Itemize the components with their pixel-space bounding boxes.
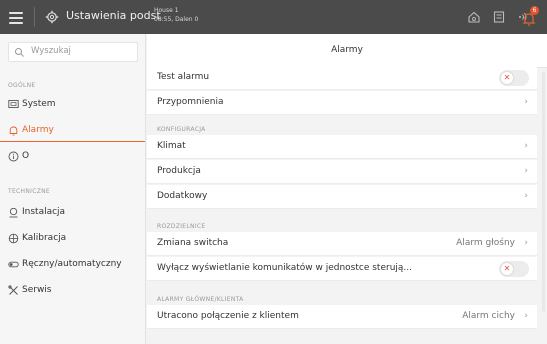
- section-switchboards: ROZDZIELNICE: [157, 223, 206, 230]
- search-icon: [15, 48, 24, 57]
- row-climate[interactable]: Klimat ›: [147, 135, 537, 159]
- row-label: Zmiana switcha: [157, 238, 229, 248]
- app-window: Ustawienia podst House 1 08:55, Dalen 0 …: [0, 0, 547, 344]
- row-additional[interactable]: Dodatkowy ›: [147, 185, 537, 209]
- test-alarm-toggle[interactable]: ✕: [499, 70, 529, 86]
- section-client-alarms: ALARMY GŁÓWNE/KLIENTA: [157, 296, 244, 303]
- row-value: Alarm głośny: [456, 238, 515, 248]
- sidebar-item-label: Ręczny/automatyczny: [22, 259, 122, 269]
- sidebar-item-label: Serwis: [22, 285, 52, 295]
- row-label: Klimat: [157, 141, 186, 151]
- top-bar: Ustawienia podst House 1 08:55, Dalen 0 …: [0, 0, 547, 34]
- house-status: 08:55, Dalen 0: [154, 16, 199, 23]
- row-value: Alarm cichy: [462, 311, 515, 321]
- sidebar-section-technical: TECHNICZNE: [8, 188, 50, 195]
- sidebar-item-label: O: [22, 151, 30, 161]
- manual-auto-icon: [8, 261, 19, 268]
- sidebar-item-label: Instalacja: [22, 207, 66, 217]
- row-lost-connection[interactable]: Utracono połączenie z klientem Alarm cic…: [147, 305, 537, 329]
- row-label: Utracono połączenie z klientem: [157, 311, 299, 321]
- chevron-right-icon: ›: [524, 97, 528, 107]
- app-title: Ustawienia podst: [66, 9, 161, 22]
- save-icon[interactable]: [491, 9, 507, 25]
- main-content: Alarmy Test alarmu ✕ Przypomnienia › KON…: [147, 34, 547, 344]
- notifications-button[interactable]: 6: [521, 6, 541, 28]
- sidebar-item-kalibracja[interactable]: Kalibracja: [0, 228, 145, 250]
- chevron-right-icon: ›: [524, 141, 528, 151]
- notification-badge: 6: [530, 6, 539, 15]
- row-test-alarm[interactable]: Test alarmu ✕: [147, 66, 537, 90]
- chevron-right-icon: ›: [524, 166, 528, 176]
- sidebar-item-label: System: [22, 99, 56, 109]
- sidebar-item-serwis[interactable]: Serwis: [0, 280, 145, 302]
- section-configuration: KONFIGURACJA: [157, 126, 206, 133]
- house-info[interactable]: House 1 08:55, Dalen 0: [154, 6, 198, 24]
- close-icon: ✕: [501, 72, 513, 84]
- page-title: Alarmy: [331, 45, 363, 55]
- wrench-icon: [8, 285, 18, 295]
- sidebar-item-instalacja[interactable]: Instalacja: [0, 202, 145, 224]
- sidebar-item-label: Kalibracja: [22, 233, 67, 243]
- row-disable-messages[interactable]: Wyłącz wyświetlanie komunikatów w jednos…: [147, 257, 537, 281]
- sidebar: Wyszukaj OGÓLNE System Alarmy O TECHNICZ…: [0, 34, 146, 344]
- sidebar-item-alarmy[interactable]: Alarmy: [0, 120, 145, 142]
- divider: [34, 7, 35, 27]
- monitor-icon: [8, 100, 19, 108]
- sidebar-item-label: Alarmy: [22, 125, 54, 135]
- row-reminders[interactable]: Przypomnienia ›: [147, 91, 537, 115]
- close-icon: ✕: [501, 263, 513, 275]
- calibration-icon: [8, 233, 19, 244]
- row-label: Dodatkowy: [157, 191, 208, 201]
- menu-icon[interactable]: [9, 9, 23, 25]
- search-input[interactable]: Wyszukaj: [8, 42, 138, 62]
- sidebar-section-general: OGÓLNE: [8, 82, 36, 89]
- gear-icon: [45, 10, 59, 24]
- sidebar-item-reczny-automatyczny[interactable]: Ręczny/automatyczny: [0, 254, 145, 276]
- row-label: Produkcja: [157, 166, 201, 176]
- scrollbar[interactable]: [542, 72, 545, 312]
- home-icon[interactable]: [466, 9, 482, 25]
- row-switch-change[interactable]: Zmiana switcha Alarm głośny ›: [147, 232, 537, 256]
- row-label: Test alarmu: [157, 72, 210, 82]
- sidebar-item-o[interactable]: O: [0, 146, 145, 168]
- chevron-right-icon: ›: [524, 311, 528, 321]
- row-label: Wyłącz wyświetlanie komunikatów w jednos…: [157, 263, 412, 273]
- main-header: Alarmy: [147, 34, 547, 68]
- installation-icon: [9, 207, 18, 218]
- row-production[interactable]: Produkcja ›: [147, 160, 537, 184]
- chevron-right-icon: ›: [524, 191, 528, 201]
- row-label: Przypomnienia: [157, 97, 224, 107]
- disable-messages-toggle[interactable]: ✕: [499, 261, 529, 277]
- info-icon: [8, 151, 19, 162]
- sidebar-item-system[interactable]: System: [0, 94, 145, 116]
- house-name: House 1: [154, 7, 179, 14]
- bell-icon: [9, 126, 18, 136]
- chevron-right-icon: ›: [524, 238, 528, 248]
- search-placeholder: Wyszukaj: [31, 46, 71, 56]
